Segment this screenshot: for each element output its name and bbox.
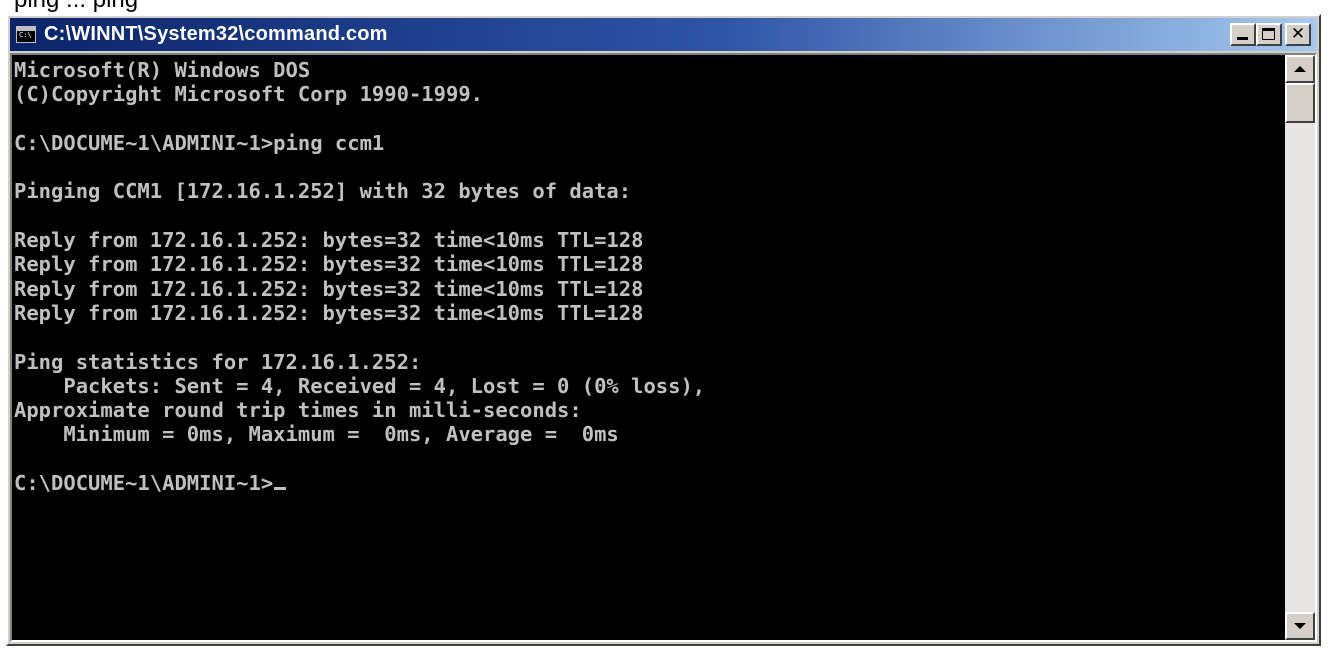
command-prompt-window: C:\WINNT\System32\command.com ✕ Microsof… bbox=[6, 14, 1321, 646]
scroll-thumb[interactable] bbox=[1285, 83, 1315, 123]
console-line: Minimum = 0ms, Maximum = 0ms, Average = … bbox=[14, 422, 619, 447]
console-line: Ping statistics for 172.16.1.252: bbox=[14, 349, 422, 374]
text-cursor bbox=[274, 487, 287, 491]
vertical-scrollbar[interactable] bbox=[1285, 55, 1315, 640]
console-client-area: Microsoft(R) Windows DOS (C)Copyright Mi… bbox=[10, 53, 1317, 642]
cropped-header-strip: ping ... ping bbox=[0, 0, 1329, 14]
arrow-down-icon bbox=[1294, 623, 1306, 629]
command-prompt: C:\DOCUME~1\ADMINI~1> bbox=[14, 471, 274, 496]
console-line: C:\DOCUME~1\ADMINI~1>ping ccm1 bbox=[14, 130, 385, 155]
console-line: Reply from 172.16.1.252: bytes=32 time<1… bbox=[14, 276, 644, 301]
maximize-icon bbox=[1262, 28, 1275, 40]
console-line: Reply from 172.16.1.252: bytes=32 time<1… bbox=[14, 252, 644, 277]
console-output[interactable]: Microsoft(R) Windows DOS (C)Copyright Mi… bbox=[12, 55, 1285, 640]
console-app-icon[interactable] bbox=[16, 26, 36, 43]
console-line: Packets: Sent = 4, Received = 4, Lost = … bbox=[14, 373, 706, 398]
minimize-icon bbox=[1237, 37, 1248, 40]
console-line: Reply from 172.16.1.252: bytes=32 time<1… bbox=[14, 228, 644, 253]
window-controls: ✕ bbox=[1230, 23, 1311, 46]
close-button[interactable]: ✕ bbox=[1285, 23, 1311, 46]
maximize-button[interactable] bbox=[1256, 23, 1282, 46]
console-line: Reply from 172.16.1.252: bytes=32 time<1… bbox=[14, 300, 644, 325]
title-bar[interactable]: C:\WINNT\System32\command.com ✕ bbox=[10, 18, 1317, 51]
console-text: Microsoft(R) Windows DOS (C)Copyright Mi… bbox=[14, 58, 705, 495]
close-icon: ✕ bbox=[1290, 24, 1306, 44]
console-line: Pinging CCM1 [172.16.1.252] with 32 byte… bbox=[14, 179, 632, 204]
arrow-up-icon bbox=[1294, 66, 1306, 72]
window-title: C:\WINNT\System32\command.com bbox=[44, 23, 388, 45]
minimize-button[interactable] bbox=[1230, 23, 1256, 46]
console-line: (C)Copyright Microsoft Corp 1990-1999. bbox=[14, 82, 483, 107]
console-line: Microsoft(R) Windows DOS bbox=[14, 58, 311, 82]
cropped-header-text: ping ... ping bbox=[14, 0, 138, 14]
scroll-up-button[interactable] bbox=[1285, 55, 1315, 83]
scroll-down-button[interactable] bbox=[1285, 612, 1315, 640]
console-line: Approximate round trip times in milli-se… bbox=[14, 398, 582, 423]
screenshot-root: ping ... ping C:\WINNT\System32\command.… bbox=[0, 0, 1329, 649]
